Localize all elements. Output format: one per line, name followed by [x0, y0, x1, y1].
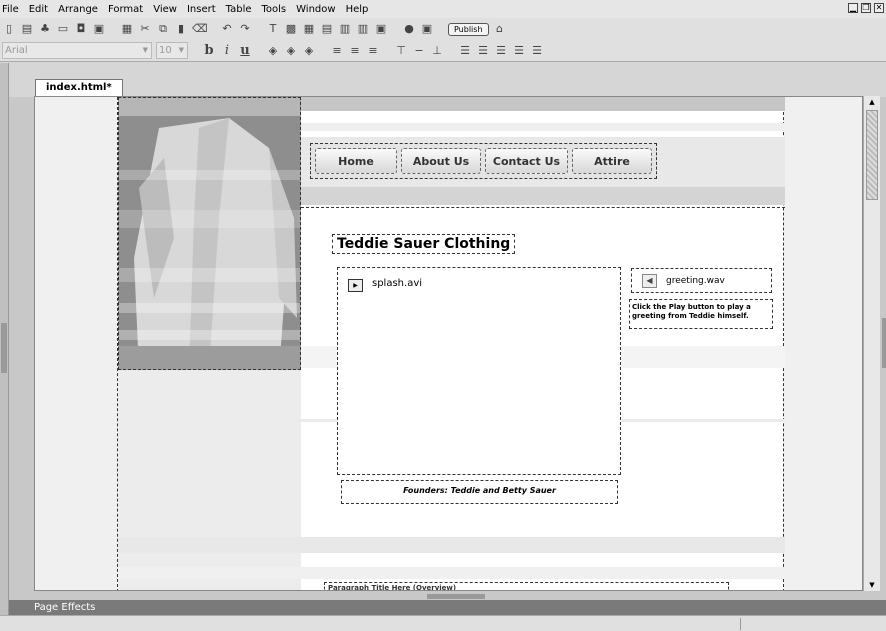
video-placeholder[interactable]: ▶ splash.avi: [337, 267, 621, 475]
nav-contact-button[interactable]: Contact Us: [485, 148, 568, 174]
bullet-list-icon[interactable]: ☰: [458, 44, 472, 58]
text-color-icon[interactable]: ◈: [266, 44, 280, 58]
restore-icon[interactable]: ❐: [861, 3, 871, 13]
close-icon[interactable]: ✕: [874, 3, 884, 13]
nav-bar: Home About Us Contact Us Attire: [310, 143, 657, 179]
cut-icon[interactable]: ✂: [138, 22, 152, 36]
nav-band: [301, 187, 785, 205]
numbered-list-icon[interactable]: ☰: [476, 44, 490, 58]
menu-window[interactable]: Window: [291, 4, 340, 15]
paragraph-title-box[interactable]: Paragraph Title Here (Overview): [324, 582, 729, 590]
status-divider: [740, 618, 741, 630]
tab-index-html[interactable]: index.html*: [35, 79, 123, 97]
scroll-thumb[interactable]: [866, 110, 878, 200]
globe-icon[interactable]: ●: [402, 22, 416, 36]
valign-middle-icon[interactable]: −: [412, 44, 426, 58]
valign-top-icon[interactable]: ⊤: [394, 44, 408, 58]
media-icon[interactable]: ▣: [374, 22, 388, 36]
delete-icon[interactable]: ⌫: [192, 22, 208, 36]
bold-button[interactable]: b: [202, 43, 216, 58]
nav-attire-button[interactable]: Attire: [572, 148, 652, 174]
sound-placeholder[interactable]: ◀ greeting.wav: [631, 268, 772, 293]
sound-file-name: greeting.wav: [666, 276, 725, 286]
align-center-icon[interactable]: ≡: [348, 44, 362, 58]
header-divider: [301, 207, 785, 208]
sitemap-icon[interactable]: ♣: [38, 22, 52, 36]
format-toolbar: Arial 10 b i u ◈ ◈ ◈ ≡ ≡ ≡ ⊤ − ⊥ ☰ ☰ ☰ ☰…: [0, 40, 886, 62]
preview-icon[interactable]: ▦: [120, 22, 134, 36]
highlight-icon[interactable]: ◈: [284, 44, 298, 58]
columns-icon[interactable]: ▥: [356, 22, 370, 36]
left-dock: [0, 63, 9, 615]
page-viewport[interactable]: Home About Us Contact Us Attire Teddie S…: [34, 96, 863, 591]
align-right-icon[interactable]: ≡: [366, 44, 380, 58]
open-icon[interactable]: ▭: [56, 22, 70, 36]
coat-figure-image: [119, 98, 300, 369]
photo-caption[interactable]: Founders: Teddie and Betty Sauer: [341, 480, 618, 504]
video-file-name: splash.avi: [372, 278, 423, 289]
menu-format[interactable]: Format: [103, 4, 148, 15]
new-page-icon[interactable]: ▯: [2, 22, 16, 36]
copy-icon[interactable]: ⧉: [156, 22, 170, 36]
scroll-up-icon[interactable]: ▲: [866, 98, 878, 106]
minimize-icon[interactable]: ▁: [848, 3, 858, 13]
publish-button[interactable]: Publish: [448, 22, 489, 36]
status-bar: [0, 615, 886, 631]
indent-icon[interactable]: ☰: [494, 44, 508, 58]
page-canvas[interactable]: Home About Us Contact Us Attire Teddie S…: [117, 97, 785, 590]
form-icon[interactable]: ▤: [320, 22, 334, 36]
document-tab-bar: index.html*: [9, 63, 886, 97]
menu-table[interactable]: Table: [221, 4, 257, 15]
document-area: index.html* Home About Us Contact Us Att…: [9, 63, 886, 615]
footer-band: [118, 537, 785, 553]
image-icon[interactable]: ▩: [284, 22, 298, 36]
header-photo[interactable]: [118, 97, 301, 370]
footer-band: [118, 567, 785, 579]
list-style-icon[interactable]: ☰: [530, 44, 544, 58]
menu-arrange[interactable]: Arrange: [53, 4, 103, 15]
menu-file[interactable]: File: [0, 4, 24, 15]
header-band: [301, 97, 785, 111]
save-icon[interactable]: ◘: [74, 22, 88, 36]
paste-icon[interactable]: ▮: [174, 22, 188, 36]
menu-tools[interactable]: Tools: [257, 4, 292, 15]
font-select[interactable]: Arial: [2, 42, 152, 59]
style-icon[interactable]: ◈: [302, 44, 316, 58]
menu-insert[interactable]: Insert: [182, 4, 221, 15]
vertical-scrollbar[interactable]: ▲ ▼: [863, 96, 880, 591]
table-icon[interactable]: ▦: [302, 22, 316, 36]
print-icon[interactable]: ▣: [92, 22, 106, 36]
page-title[interactable]: Teddie Sauer Clothing: [332, 234, 516, 254]
undo-icon[interactable]: ↶: [220, 22, 234, 36]
text-box-icon[interactable]: T: [266, 22, 280, 36]
menu-bar: File Edit Arrange Format View Insert Tab…: [0, 0, 886, 18]
sound-help-text[interactable]: Click the Play button to play a greeting…: [629, 299, 773, 329]
window-controls: ▁ ❐ ✕: [848, 3, 884, 13]
nav-home-button[interactable]: Home: [315, 148, 397, 174]
outdent-icon[interactable]: ☰: [512, 44, 526, 58]
browser-preview-icon[interactable]: ▣: [420, 22, 434, 36]
left-dock-grip[interactable]: [1, 323, 7, 373]
font-size-select[interactable]: 10: [156, 42, 188, 59]
valign-bottom-icon[interactable]: ⊥: [430, 44, 444, 58]
home-icon[interactable]: ⌂: [493, 22, 507, 36]
new-site-icon[interactable]: ▤: [20, 22, 34, 36]
menu-view[interactable]: View: [148, 4, 182, 15]
align-left-icon[interactable]: ≡: [330, 44, 344, 58]
menu-edit[interactable]: Edit: [24, 4, 53, 15]
page-effects-panel-title[interactable]: Page Effects: [9, 600, 886, 615]
standard-toolbar: ▯ ▤ ♣ ▭ ◘ ▣ ▦ ✂ ⧉ ▮ ⌫ ↶ ↷ T ▩ ▦ ▤ ▥ ▥ ▣ …: [0, 18, 886, 40]
italic-button[interactable]: i: [220, 43, 234, 58]
right-dock-grip[interactable]: [882, 318, 886, 368]
bottom-panel-grip[interactable]: [427, 594, 485, 599]
header-band: [301, 123, 785, 131]
nav-about-button[interactable]: About Us: [401, 148, 481, 174]
video-file-icon: ▶: [348, 279, 363, 292]
scroll-down-icon[interactable]: ▼: [866, 581, 878, 589]
speaker-icon: ◀: [642, 274, 657, 288]
redo-icon[interactable]: ↷: [238, 22, 252, 36]
layout-icon[interactable]: ▥: [338, 22, 352, 36]
underline-button[interactable]: u: [238, 43, 252, 58]
menu-help[interactable]: Help: [341, 4, 374, 15]
